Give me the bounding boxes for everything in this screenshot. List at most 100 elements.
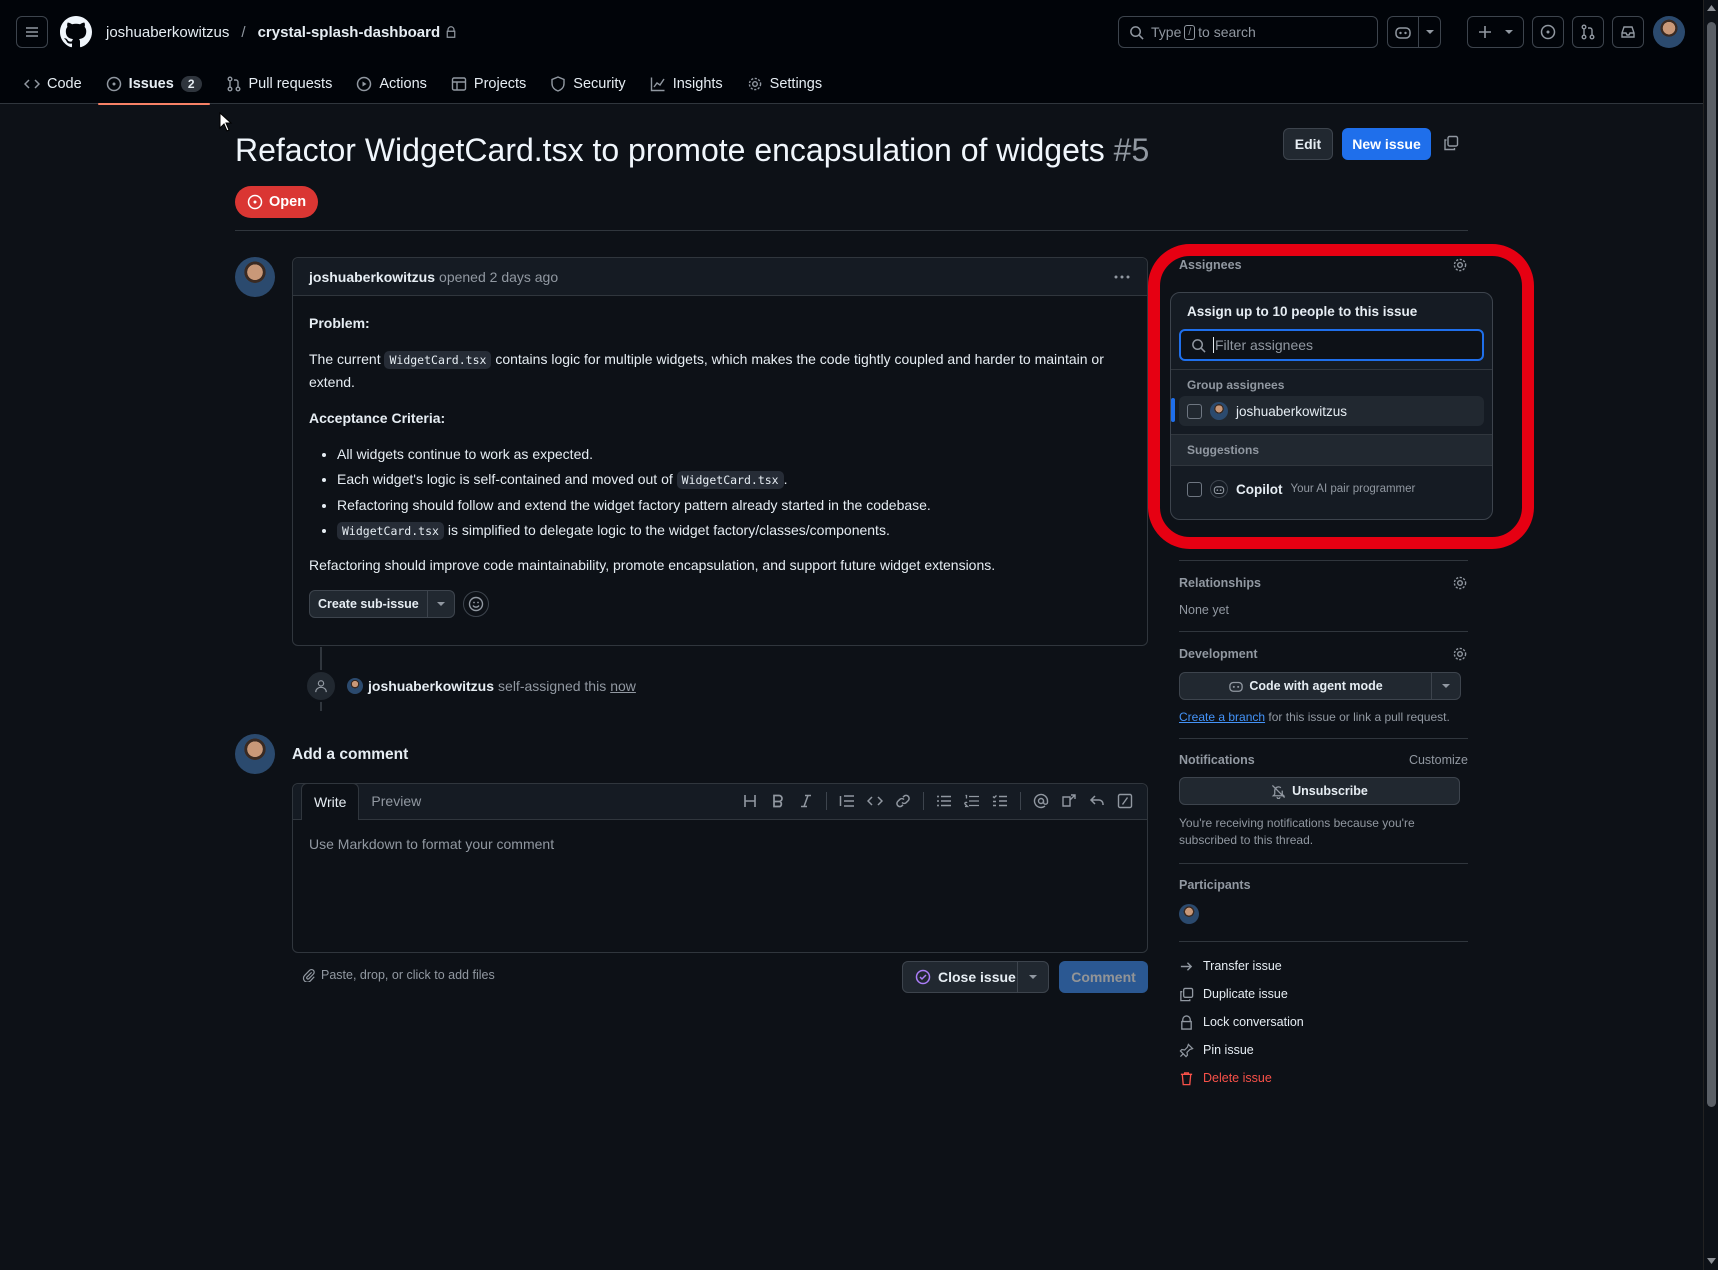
page-scrollbar[interactable] bbox=[1703, 0, 1718, 1270]
link-button[interactable] bbox=[889, 787, 917, 815]
gear-icon[interactable] bbox=[1452, 646, 1468, 662]
timeline-action: self-assigned this bbox=[498, 678, 607, 694]
search-icon bbox=[1130, 25, 1144, 40]
tab-code[interactable]: Code bbox=[16, 64, 90, 104]
current-user-avatar bbox=[235, 734, 275, 774]
comment-author[interactable]: joshuaberkowitzus bbox=[309, 269, 435, 285]
participant-avatar[interactable] bbox=[1179, 904, 1199, 924]
agent-mode-button[interactable]: Code with agent mode bbox=[1179, 672, 1461, 700]
tab-insights[interactable]: Insights bbox=[642, 64, 731, 104]
issue-opened-icon bbox=[106, 76, 121, 92]
issue-actions: Transfer issue Duplicate issue Lock conv… bbox=[1179, 942, 1468, 1092]
author-avatar[interactable] bbox=[235, 257, 275, 297]
tab-preview[interactable]: Preview bbox=[359, 783, 433, 819]
lock-conversation-link[interactable]: Lock conversation bbox=[1179, 1008, 1468, 1036]
numbered-list-button[interactable] bbox=[958, 787, 986, 815]
bullet-list-button[interactable] bbox=[930, 787, 958, 815]
transfer-issue-link[interactable]: Transfer issue bbox=[1179, 952, 1468, 980]
duplicate-icon bbox=[1180, 987, 1194, 1001]
search-suffix: to search bbox=[1198, 24, 1256, 40]
create-sub-issue-button[interactable]: Create sub-issue bbox=[309, 590, 455, 618]
edit-button[interactable]: Edit bbox=[1283, 128, 1333, 160]
timeline-event: joshuaberkowitzus self-assigned this now bbox=[305, 670, 636, 702]
github-logo-icon[interactable] bbox=[60, 16, 92, 48]
tab-pull-requests-label: Pull requests bbox=[248, 76, 333, 92]
timeline-time[interactable]: now bbox=[610, 678, 636, 694]
saved-replies-button[interactable] bbox=[1083, 787, 1111, 815]
delete-issue-label: Delete issue bbox=[1203, 1071, 1272, 1085]
slash-commands-button[interactable] bbox=[1111, 787, 1139, 815]
editor-toolbar bbox=[736, 783, 1147, 819]
inline-code: WidgetCard.tsx bbox=[676, 471, 784, 489]
italic-icon bbox=[801, 794, 811, 808]
add-reaction-button[interactable] bbox=[462, 591, 489, 617]
chevron-down-icon[interactable] bbox=[1441, 681, 1451, 691]
quote-icon bbox=[839, 795, 854, 807]
create-new-button[interactable] bbox=[1467, 16, 1524, 48]
mouse-cursor-icon bbox=[219, 112, 233, 132]
breadcrumb-repo[interactable]: crystal-splash-dashboard bbox=[258, 24, 441, 41]
tab-pull-requests[interactable]: Pull requests bbox=[218, 64, 341, 104]
lock-icon bbox=[446, 26, 456, 38]
heading-button[interactable] bbox=[736, 787, 764, 815]
chevron-down-icon bbox=[1425, 30, 1434, 34]
menu-button[interactable] bbox=[16, 16, 48, 48]
bold-button[interactable] bbox=[764, 787, 792, 815]
tab-projects[interactable]: Projects bbox=[443, 64, 534, 104]
tab-issues[interactable]: Issues 2 bbox=[97, 64, 210, 105]
tab-security[interactable]: Security bbox=[542, 64, 633, 104]
mention-button[interactable] bbox=[1027, 787, 1055, 815]
pin-icon bbox=[1179, 1042, 1194, 1057]
scroll-up-icon[interactable] bbox=[1707, 4, 1716, 11]
timeline-avatar[interactable] bbox=[347, 678, 363, 694]
delete-issue-link[interactable]: Delete issue bbox=[1179, 1064, 1468, 1092]
tab-settings[interactable]: Settings bbox=[739, 64, 830, 104]
slash-icon bbox=[1117, 793, 1133, 809]
list-item: Each widget's logic is self-contained an… bbox=[337, 468, 1131, 491]
highlight-annotation bbox=[1148, 244, 1534, 549]
timeline-actor[interactable]: joshuaberkowitzus bbox=[368, 678, 494, 694]
scrollbar-thumb[interactable] bbox=[1707, 22, 1716, 1107]
copilot-button[interactable] bbox=[1387, 16, 1441, 48]
graph-icon bbox=[650, 77, 665, 92]
task-list-button[interactable] bbox=[986, 787, 1014, 815]
duplicate-issue-link[interactable]: Duplicate issue bbox=[1179, 980, 1468, 1008]
attach-files-hint[interactable]: Paste, drop, or click to add files bbox=[302, 968, 495, 982]
unsubscribe-button[interactable]: Unsubscribe bbox=[1179, 777, 1460, 805]
close-issue-button[interactable]: Close issue bbox=[902, 961, 1049, 993]
create-branch-link[interactable]: Create a branch bbox=[1179, 710, 1265, 724]
create-branch-text: Create a branch for this issue or link a… bbox=[1179, 710, 1468, 724]
search-input[interactable]: Type / to search bbox=[1118, 16, 1378, 48]
link-icon bbox=[896, 794, 910, 808]
quote-button[interactable] bbox=[833, 787, 861, 815]
scroll-down-icon[interactable] bbox=[1707, 1258, 1716, 1265]
breadcrumb-owner[interactable]: joshuaberkowitzus bbox=[106, 24, 229, 41]
pull-requests-shortcut-button[interactable] bbox=[1572, 16, 1604, 48]
kebab-menu-icon[interactable] bbox=[1113, 269, 1131, 285]
new-issue-button[interactable]: New issue bbox=[1342, 128, 1431, 160]
shield-icon bbox=[551, 76, 565, 92]
pin-issue-link[interactable]: Pin issue bbox=[1179, 1036, 1468, 1064]
lock-icon bbox=[1181, 1014, 1192, 1030]
reply-icon bbox=[1089, 795, 1104, 805]
gear-icon[interactable] bbox=[1452, 575, 1468, 591]
chevron-down-icon[interactable] bbox=[1028, 972, 1038, 982]
italic-button[interactable] bbox=[792, 787, 820, 815]
agent-mode-label: Code with agent mode bbox=[1249, 679, 1383, 693]
create-sub-issue-label: Create sub-issue bbox=[318, 597, 419, 611]
reference-button[interactable] bbox=[1055, 787, 1083, 815]
inbox-button[interactable] bbox=[1612, 16, 1644, 48]
issue-body-comment: joshuaberkowitzus opened 2 days ago Prob… bbox=[292, 257, 1148, 646]
chevron-down-icon[interactable] bbox=[436, 599, 446, 609]
comment-textarea[interactable]: Use Markdown to format your comment bbox=[293, 820, 1147, 952]
code-button[interactable] bbox=[861, 787, 889, 815]
issues-shortcut-button[interactable] bbox=[1532, 16, 1564, 48]
customize-link[interactable]: Customize bbox=[1409, 753, 1468, 767]
tab-actions[interactable]: Actions bbox=[348, 64, 435, 104]
cross-reference-icon bbox=[1062, 794, 1076, 807]
user-avatar[interactable] bbox=[1653, 16, 1685, 48]
tab-security-label: Security bbox=[573, 76, 626, 92]
tab-write[interactable]: Write bbox=[301, 783, 360, 820]
copy-link-icon[interactable] bbox=[1443, 135, 1459, 151]
comment-submit-button[interactable]: Comment bbox=[1059, 961, 1148, 993]
